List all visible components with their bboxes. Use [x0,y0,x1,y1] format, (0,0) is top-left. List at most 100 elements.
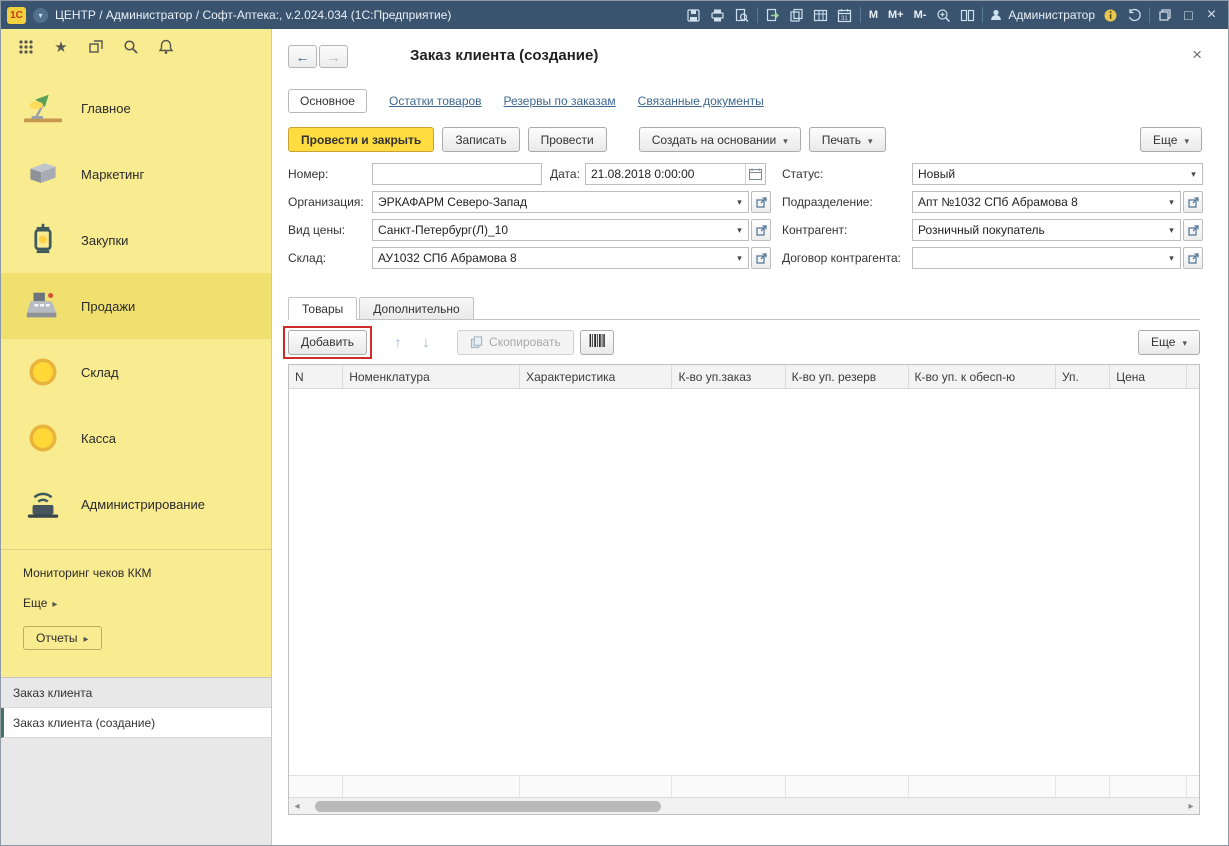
column-header-n[interactable]: N [289,365,343,388]
column-header-qty-ordered[interactable]: К-во уп.заказ [672,365,785,388]
scroll-left-icon[interactable] [289,798,305,814]
favorites-star-icon[interactable] [52,38,70,56]
date-picker-calendar-icon[interactable] [745,164,765,184]
price-type-combo[interactable]: Санкт-Петербург(Л)_10 [372,219,749,241]
status-dropdown-icon[interactable] [1185,164,1202,184]
send-icon[interactable] [764,7,782,24]
cash-register-icon [21,286,65,326]
warehouse-dropdown-icon[interactable] [731,248,748,268]
column-header-package[interactable]: Уп. [1056,365,1110,388]
department-open-button[interactable] [1183,191,1203,213]
forward-button[interactable] [319,45,348,68]
status-combo[interactable]: Новый [912,163,1203,185]
close-form-button[interactable] [1192,45,1202,65]
counterparty-open-button[interactable] [1183,219,1203,241]
table-icon[interactable] [812,7,830,24]
price-type-open-button[interactable] [751,219,771,241]
print-preview-icon[interactable] [733,7,751,24]
sidebar-item-sales[interactable]: Продажи [1,273,271,339]
maximize-button[interactable] [1180,7,1197,23]
footer-cell [289,776,343,797]
tab-main[interactable]: Основное [288,89,367,113]
sidebar-item-main[interactable]: Главное [1,75,271,141]
split-window-icon[interactable] [958,7,976,24]
print-icon[interactable] [709,7,727,24]
contract-combo[interactable] [912,247,1181,269]
move-row-down-icon[interactable] [415,331,437,353]
memory-button-m-plus[interactable]: M+ [886,9,906,21]
post-and-close-button[interactable]: Провести и закрыть [288,127,434,152]
current-user-button[interactable]: Администратор [989,8,1095,22]
sidebar-item-purchases[interactable]: Закупки [1,207,271,273]
open-window-order-create[interactable]: Заказ клиента (создание) [1,708,271,738]
tab-goods[interactable]: Товары [288,297,357,320]
warehouse-open-button[interactable] [751,247,771,269]
copy-document-icon[interactable] [788,7,806,24]
create-based-on-button[interactable]: Создать на основании [639,127,801,152]
column-header-price[interactable]: Цена [1110,365,1187,388]
organization-dropdown-icon[interactable] [731,192,748,212]
counterparty-dropdown-icon[interactable] [1163,220,1180,240]
tab-additional[interactable]: Дополнительно [359,297,473,319]
add-row-button[interactable]: Добавить [288,330,367,355]
sidebar-more-label: Еще [23,596,47,610]
open-form-glyph [1188,253,1199,264]
sidebar-more-link[interactable]: Еще [23,596,271,610]
sidebar-item-warehouse[interactable]: Склад [1,339,271,405]
search-icon[interactable] [122,38,140,56]
scroll-right-icon[interactable] [1183,798,1199,814]
reports-button[interactable]: Отчеты [23,626,102,650]
warehouse-value: АУ1032 СПб Абрамова 8 [378,251,731,265]
notifications-bell-icon[interactable] [157,38,175,56]
date-input[interactable]: 21.08.2018 0:00:00 [585,163,766,185]
memory-button-m-minus[interactable]: M- [912,9,929,21]
tab-related-documents[interactable]: Связанные документы [638,94,764,108]
column-header-characteristic[interactable]: Характеристика [520,365,672,388]
department-dropdown-icon[interactable] [1163,192,1180,212]
warehouse-combo[interactable]: АУ1032 СПб Абрамова 8 [372,247,749,269]
sidebar-item-marketing[interactable]: Маркетинг [1,141,271,207]
info-icon[interactable] [1101,7,1119,24]
save-button[interactable]: Записать [442,127,519,152]
close-app-button[interactable] [1203,6,1220,24]
save-icon[interactable] [685,7,703,24]
contract-open-button[interactable] [1183,247,1203,269]
column-header-qty-reserved[interactable]: К-во уп. резерв [786,365,909,388]
tab-stock-balance[interactable]: Остатки товаров [389,94,482,108]
column-header-qty-to-provide[interactable]: К-во уп. к обесп-ю [909,365,1056,388]
history-icon[interactable] [1125,7,1143,24]
counterparty-combo[interactable]: Розничный покупатель [912,219,1181,241]
memory-button-m[interactable]: M [867,9,880,21]
horizontal-scrollbar[interactable] [289,797,1199,814]
move-row-up-icon[interactable] [387,331,409,353]
print-button[interactable]: Печать [809,127,886,152]
open-window-label: Заказ клиента (создание) [13,716,155,730]
column-header-nomenclature[interactable]: Номенклатура [343,365,520,388]
department-combo[interactable]: Апт №1032 СПб Абрамова 8 [912,191,1181,213]
scrollbar-thumb[interactable] [315,801,661,812]
more-button[interactable]: Еще [1140,127,1202,152]
table-body-empty[interactable] [289,389,1199,775]
number-input[interactable] [372,163,542,185]
sections-menu-icon[interactable] [17,38,35,56]
back-button[interactable] [288,45,317,68]
barcode-scan-button[interactable] [580,330,614,355]
sidebar-item-administration[interactable]: Администрирование [1,471,271,537]
recent-windows-icon[interactable] [87,38,105,56]
copy-row-button[interactable]: Скопировать [457,330,574,355]
organization-combo[interactable]: ЭРКАФАРМ Северо-Запад [372,191,749,213]
grid-more-button[interactable]: Еще [1138,330,1200,355]
window-restore-icon[interactable] [1156,7,1174,24]
post-button[interactable]: Провести [528,127,607,152]
contract-dropdown-icon[interactable] [1163,248,1180,268]
calendar-icon[interactable]: 31 [836,7,854,24]
tab-order-reserves[interactable]: Резервы по заказам [504,94,616,108]
main-menu-button[interactable] [33,8,48,23]
sidebar-item-cashdesk[interactable]: Касса [1,405,271,471]
organization-open-button[interactable] [751,191,771,213]
open-window-order-list[interactable]: Заказ клиента [1,678,271,708]
zoom-icon[interactable] [934,7,952,24]
monitoring-kkm-link[interactable]: Мониторинг чеков ККМ [23,566,271,580]
open-windows-list: Заказ клиента Заказ клиента (создание) [1,677,271,845]
price-type-dropdown-icon[interactable] [731,220,748,240]
